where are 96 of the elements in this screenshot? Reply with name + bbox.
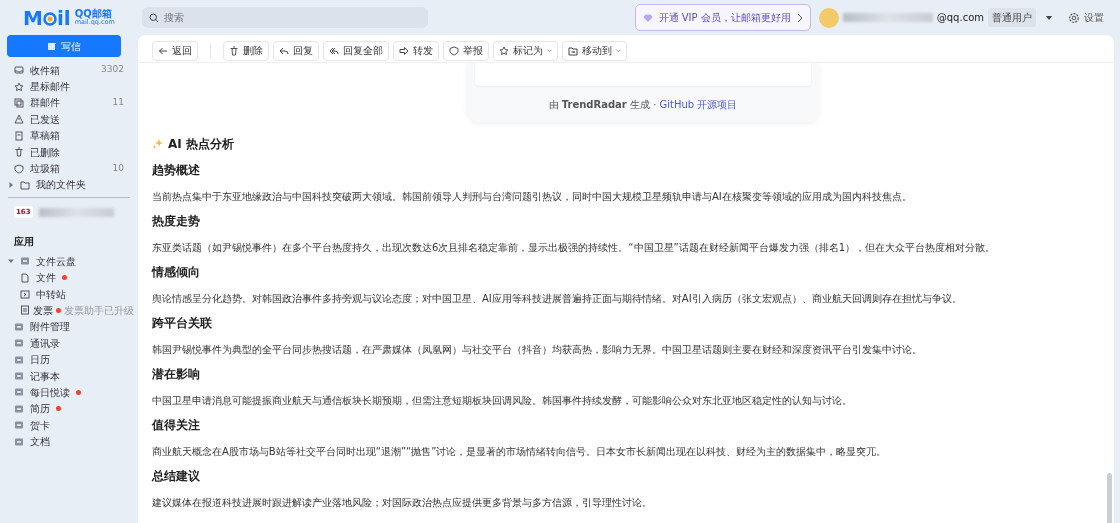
app-item[interactable]: 附件管理: [0, 318, 138, 336]
folder-item[interactable]: 已删除: [0, 143, 138, 161]
trash-icon: [14, 147, 24, 158]
app-item[interactable]: 文档: [0, 433, 138, 450]
section-heading: 趋势概述: [152, 162, 201, 178]
document-icon: [14, 130, 24, 141]
app-item[interactable]: 贺卡: [0, 417, 138, 434]
app-icon: [14, 387, 24, 398]
app-icon: [14, 436, 24, 447]
account-level-badge: 普通用户: [988, 8, 1036, 27]
settings-icon: [1068, 11, 1080, 24]
github-link[interactable]: GitHub 开源项目: [659, 99, 738, 110]
section-heading: 值得关注: [152, 417, 201, 433]
app-item[interactable]: 文件云盘: [0, 253, 138, 270]
app-item[interactable]: 日历: [0, 351, 138, 368]
file-icon: [20, 272, 30, 283]
footer-text: 由 TrendRadar 生成 ·: [548, 99, 657, 110]
back-arrow-icon: [158, 45, 168, 56]
logo-ring-icon: [43, 12, 57, 26]
folder-icon: [20, 179, 30, 190]
app-item[interactable]: 简历: [0, 400, 138, 418]
tray-icon: [20, 289, 30, 300]
inbox-icon: [14, 65, 24, 76]
paragraph: 韩国尹锡悦事件为典型的全平台同步热搜话题，在严肃媒体（凤凰网）与社交平台（抖音）均获高热，影响力无界。中国卫星话题则主要在财经和深度资讯平台引发集中讨论。: [152, 343, 923, 357]
note-text: 发票助手已升级: [64, 304, 134, 318]
reply-all-icon: [329, 45, 339, 56]
paragraph: 建议媒体在报道科技进展时跟进解读产业落地风险；对国际政治热点应提供更多背景与多方信源，引导理性讨论。: [152, 496, 653, 510]
user-email: @qq.com: [936, 11, 984, 25]
paragraph: 商业航天概念在A股市场与B站等社交平台同时出现“退潮”“抛售”讨论，是显著的市场情绪转向信号。日本女市长新闻出现在以科技、财经为主的数据集中，略显突兀。: [152, 445, 888, 459]
section-heading: 潜在影响: [152, 366, 201, 382]
paragraph: 东亚类话题（如尹锡悦事件）在多个平台热度持久，出现次数达6次且排名稳定靠前，显示出极强的持续性。“中国卫星”话题在财经新闻平台爆发力强（排名1），但在大众平台热度相对分散。: [152, 241, 997, 255]
caret-icon[interactable]: [8, 258, 14, 265]
app-item[interactable]: 发票 发票助手已升级: [0, 302, 138, 319]
folder-item[interactable]: 已发送: [0, 111, 138, 128]
vip-text: 开通 VIP 会员，让邮箱更好用: [658, 11, 791, 25]
app-icon: [14, 420, 24, 431]
folder-item[interactable]: 星标邮件: [0, 78, 138, 95]
toolbar-button[interactable]: 返回: [152, 40, 198, 61]
folder-item[interactable]: 草稿箱: [0, 127, 138, 144]
analysis-heading: AI 热点分析: [168, 136, 234, 152]
app-item[interactable]: 每日悦读: [0, 384, 138, 401]
toolbar-button[interactable]: 回复全部: [323, 40, 389, 61]
compose-icon: [47, 41, 57, 51]
app-icon: [14, 371, 24, 382]
toolbar-button[interactable]: 删除: [223, 40, 269, 61]
section-heading: 总结建议: [152, 468, 201, 484]
folder-item[interactable]: 我的文件夹: [0, 176, 138, 194]
dropdown-caret-icon[interactable]: [1046, 15, 1052, 20]
vip-banner[interactable]: 开通 VIP 会员，让邮箱更好用: [634, 4, 811, 31]
app-item[interactable]: 文件: [0, 269, 138, 286]
caret-icon[interactable]: [8, 181, 14, 188]
app-item[interactable]: 记事本: [0, 367, 138, 385]
unread-count: 11: [112, 96, 124, 110]
folder-item[interactable]: 群邮件 11: [0, 94, 138, 112]
star-icon: [499, 45, 509, 56]
app-item[interactable]: 中转站: [0, 285, 138, 303]
reply-icon: [279, 45, 289, 56]
shield-icon: [449, 45, 459, 56]
toolbar-button[interactable]: 标记为: [493, 40, 558, 61]
chevron-right-icon: [796, 12, 803, 23]
search-field[interactable]: 搜索: [142, 7, 428, 28]
unread-count: 3302: [101, 63, 124, 77]
app-icon: [14, 338, 24, 349]
app-icon: [14, 321, 24, 332]
folder-item[interactable]: 垃圾箱 10: [0, 160, 138, 177]
paragraph: 舆论情感呈分化趋势。对韩国政治事件多持旁观与议论态度；对中国卫星、AI应用等科技进展普遍持正面与期待情绪。对AI引入病历（张文宏观点）、商业航天回调则存在担忧与争议。: [152, 292, 963, 306]
logo-wordmark: M il: [23, 7, 71, 28]
app-item[interactable]: 通讯录: [0, 335, 138, 352]
settings-button[interactable]: 设置: [1068, 10, 1104, 25]
star-icon: [14, 81, 24, 92]
toolbar-button[interactable]: 举报: [443, 40, 489, 61]
paragraph: 中国卫星申请消息可能提振商业航天与通信板块长期预期，但需注意短期板块回调风险。韩国事件持续发酵，可能影响公众对东北亚地区稳定性的认知与讨论。: [152, 394, 853, 408]
section-heading: 跨平台关联: [152, 315, 213, 331]
section-heading: 情感倾向: [152, 264, 201, 280]
brand-name: QQ邮箱: [74, 9, 112, 20]
forward-arrow-icon: [399, 45, 409, 56]
compose-button[interactable]: 写信: [7, 35, 121, 57]
app-icon: [14, 354, 24, 365]
trash-icon: [229, 45, 239, 56]
stacked-squares-icon: [14, 97, 24, 108]
section-heading: 热度走势: [152, 213, 201, 229]
receipt-icon: [20, 305, 30, 316]
toolbar-button[interactable]: 转发: [393, 40, 439, 61]
folder-item[interactable]: 收件箱 3302: [0, 62, 138, 79]
diamond-icon: [642, 12, 653, 23]
section-heading: 应用: [13, 235, 35, 250]
toolbar-button[interactable]: 移动到: [562, 40, 627, 61]
unread-count: 10: [112, 161, 124, 175]
triangle-icon: [14, 114, 24, 125]
folder-arrow-icon: [568, 45, 578, 56]
paragraph: 当前热点集中于东亚地缘政治与中国科技突破两大领域。韩国前领导人判刑与台湾问题引热议，同时中国大规模卫星频轨申请与AI在核聚变等领域的应用成为国内科技焦点。: [152, 190, 913, 204]
toolbar-button[interactable]: 回复: [273, 40, 319, 61]
sparkle-icon: [152, 138, 164, 150]
app-icon: [20, 256, 30, 267]
shield-icon: [14, 163, 24, 174]
app-icon: [14, 403, 24, 414]
